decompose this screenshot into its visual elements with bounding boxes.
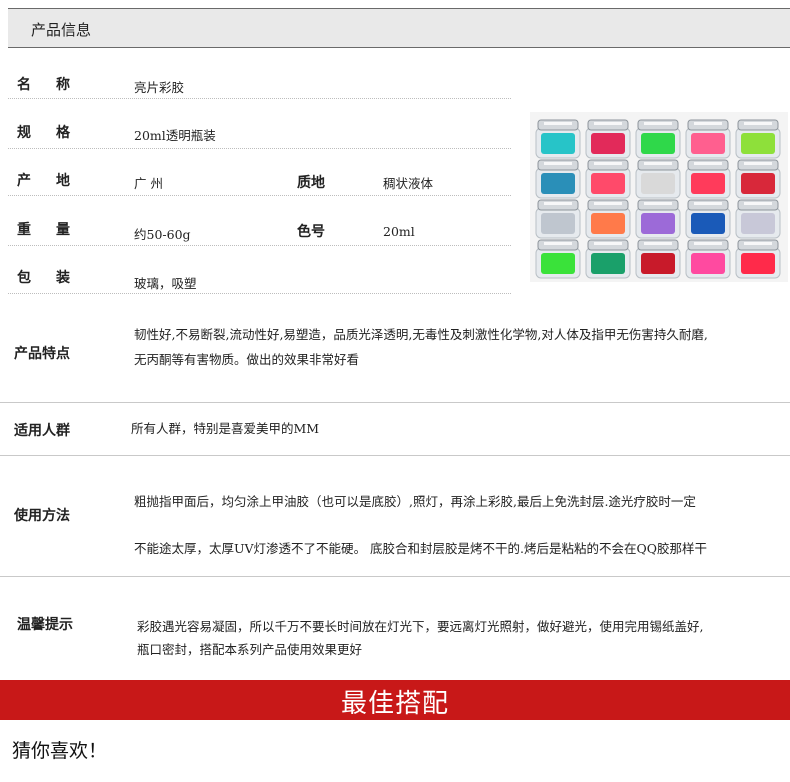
product-image — [530, 112, 788, 282]
origin-label-char1: 产 — [17, 173, 31, 189]
section-divider — [0, 576, 790, 577]
gel-jar — [635, 199, 681, 239]
name-label-char1: 名 — [17, 77, 31, 93]
tips-text: 彩胶遇光容易凝固，所以千万不要长时间放在灯光下，要远离灯光照射，做好避光，使用完… — [137, 615, 790, 661]
spec-value: 20ml透明瓶装 — [134, 128, 216, 143]
usage-line: 不能途太厚，太厚UV灯渗透不了不能硬。 底胶合和封层胶是烤不干的.烤后是粘粘的不… — [134, 541, 708, 556]
gel-jar — [585, 119, 631, 159]
usage-line: 粗抛指甲面后，均匀涂上甲油胶（也可以是底胶）,照灯，再涂上彩胶,最后上免洗封层.… — [134, 494, 696, 509]
gel-jar — [535, 239, 581, 279]
tips-line: 彩胶遇光容易凝固，所以千万不要长时间放在灯光下，要远离灯光照射，做好避光，使用完… — [137, 619, 704, 634]
origin-label-char2: 地 — [56, 173, 70, 189]
spec-label-char2: 格 — [56, 125, 70, 141]
color-value: 20ml — [383, 224, 415, 239]
row-divider — [8, 245, 511, 246]
section-header: 产品信息 — [8, 8, 790, 48]
tips-line: 瓶口密封，搭配本系列产品使用效果更好 — [137, 642, 363, 657]
gel-jar — [635, 159, 681, 199]
gel-jar — [585, 159, 631, 199]
gel-jar — [685, 119, 731, 159]
section-title: 产品信息 — [31, 21, 92, 39]
weight-label-char2: 量 — [56, 222, 70, 238]
pack-label-char2: 装 — [56, 270, 70, 286]
gel-jar — [735, 119, 781, 159]
best-match-title: 最佳搭配 — [340, 689, 449, 719]
gel-jar — [635, 239, 681, 279]
weight-label-char1: 重 — [17, 222, 31, 238]
guess-you-like-title: 猜你喜欢！ — [12, 740, 108, 762]
tips-label: 温馨提示 — [17, 617, 73, 633]
name-label-char2: 称 — [56, 77, 70, 93]
gel-jar — [735, 239, 781, 279]
gel-jar — [535, 119, 581, 159]
audience-text: 所有人群，特别是喜爱美甲的MM — [131, 421, 320, 436]
gel-jar — [735, 159, 781, 199]
gel-jar — [685, 159, 731, 199]
best-match-banner: 最佳搭配 — [0, 680, 790, 720]
usage-label: 使用方法 — [14, 508, 70, 524]
gel-jar — [535, 199, 581, 239]
features-text: 韧性好,不易断裂,流动性好,易塑造，品质光泽透明,无毒性及刺激性化学物,对人体及… — [134, 323, 790, 371]
gel-jar — [535, 159, 581, 199]
section-divider — [0, 455, 790, 456]
spec-label-char1: 规 — [17, 125, 31, 141]
origin-value: 广 州 — [134, 176, 163, 191]
weight-value: 约50-60g — [134, 227, 191, 242]
row-divider — [8, 293, 511, 294]
texture-value: 稠状液体 — [383, 176, 434, 191]
row-divider — [8, 98, 511, 99]
features-line: 无丙酮等有害物质。做出的效果非常好看 — [134, 352, 360, 367]
gel-jar — [585, 199, 631, 239]
features-line: 韧性好,不易断裂,流动性好,易塑造，品质光泽透明,无毒性及刺激性化学物,对人体及… — [134, 327, 708, 342]
gel-jar — [685, 199, 731, 239]
section-divider — [0, 402, 790, 403]
features-label: 产品特点 — [14, 346, 70, 362]
gel-jar — [685, 239, 731, 279]
gel-jar — [735, 199, 781, 239]
row-divider — [8, 148, 511, 149]
audience-label: 适用人群 — [14, 423, 70, 439]
usage-text: 粗抛指甲面后，均匀涂上甲油胶（也可以是底胶）,照灯，再涂上彩胶,最后上免洗封层.… — [134, 490, 790, 560]
gel-jar — [585, 239, 631, 279]
color-label: 色号 — [297, 224, 325, 240]
pack-label-char1: 包 — [17, 270, 31, 286]
pack-value: 玻璃，吸塑 — [134, 276, 197, 291]
texture-label: 质地 — [297, 175, 325, 191]
row-divider — [8, 195, 511, 196]
name-value: 亮片彩胶 — [134, 80, 185, 95]
gel-jar — [635, 119, 681, 159]
